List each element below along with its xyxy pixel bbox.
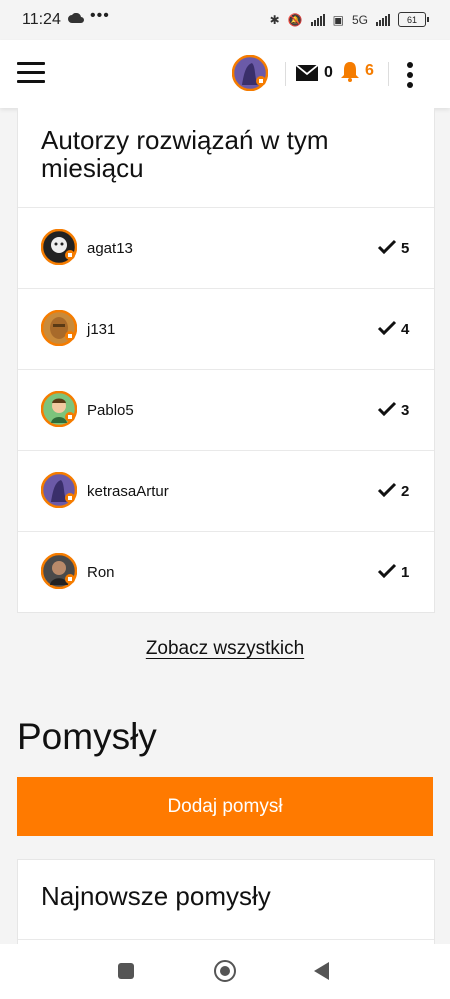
bluetooth-icon: ✱	[269, 12, 280, 27]
notifications-count: 6	[365, 62, 374, 79]
ideas-section-title: Pomysły	[17, 716, 157, 757]
battery-icon: 61	[398, 12, 429, 27]
list-item[interactable]: ketrasaArtur 2	[18, 450, 434, 531]
mute-icon: 🔕	[287, 12, 303, 27]
solution-count: 4	[401, 320, 410, 338]
user-avatar[interactable]	[232, 55, 268, 91]
status-time: 11:24	[22, 11, 61, 28]
list-item[interactable]: agat13 5	[18, 207, 434, 288]
solvers-card-title: Autorzy rozwiązań w tym miesiącu	[41, 125, 329, 183]
latest-ideas-card: Najnowsze pomysły	[17, 859, 435, 951]
recent-apps-button[interactable]	[118, 963, 134, 979]
latest-ideas-title: Najnowsze pomysły	[41, 881, 271, 911]
user-name[interactable]: agat13	[87, 240, 133, 257]
system-navigation-bar	[0, 944, 450, 999]
solvers-list: agat13 5 j131 4 Pablo5 3 ketrasaArtur 2 …	[18, 207, 434, 612]
user-name[interactable]: Pablo5	[87, 402, 134, 419]
home-button[interactable]	[214, 960, 236, 982]
notifications-button[interactable]: 6	[340, 60, 374, 82]
check-icon	[377, 563, 397, 579]
user-name[interactable]: ketrasaArtur	[87, 483, 169, 500]
check-icon	[377, 401, 397, 417]
user-name[interactable]: j131	[87, 321, 115, 338]
back-button[interactable]	[314, 962, 329, 980]
user-name[interactable]: Ron	[87, 564, 115, 581]
avatar[interactable]	[41, 229, 77, 265]
avatar[interactable]	[41, 310, 77, 346]
solution-count: 5	[401, 239, 410, 257]
solution-count: 2	[401, 482, 410, 500]
bell-icon	[341, 62, 359, 82]
network-type-label: 5G	[351, 12, 368, 27]
messages-button[interactable]: 0	[296, 64, 333, 82]
list-item[interactable]: Pablo5 3	[18, 369, 434, 450]
separator	[285, 62, 286, 86]
see-all-link[interactable]: Zobacz wszystkich	[0, 638, 450, 660]
avatar[interactable]	[41, 472, 77, 508]
check-icon	[377, 482, 397, 498]
solution-count: 1	[401, 563, 410, 581]
messages-count: 0	[324, 64, 333, 81]
signal-icon-2	[376, 13, 390, 26]
signal-icon	[310, 13, 325, 26]
check-icon	[377, 239, 397, 255]
solvers-card: Autorzy rozwiązań w tym miesiącu agat13 …	[17, 108, 435, 613]
volte-icon: ▣	[332, 12, 344, 27]
menu-icon[interactable]	[17, 62, 45, 84]
avatar[interactable]	[41, 553, 77, 589]
status-icons: ✱ 🔕 ▣ 5G 61	[269, 12, 429, 27]
more-options-icon[interactable]	[404, 62, 416, 88]
more-notifications-icon: •••	[90, 7, 110, 24]
battery-level: 61	[406, 14, 417, 25]
mail-icon	[296, 65, 318, 81]
check-icon	[377, 320, 397, 336]
cloud-icon	[68, 13, 84, 23]
list-item[interactable]: Ron 1	[18, 531, 434, 612]
app-header: 0 6	[0, 40, 450, 108]
divider	[18, 939, 434, 940]
separator	[388, 62, 389, 86]
solution-count: 3	[401, 401, 410, 419]
avatar[interactable]	[41, 391, 77, 427]
add-idea-button[interactable]: Dodaj pomysł	[17, 777, 433, 836]
status-bar: 11:24 ••• ✱ 🔕 ▣ 5G 61	[0, 0, 450, 40]
list-item[interactable]: j131 4	[18, 288, 434, 369]
